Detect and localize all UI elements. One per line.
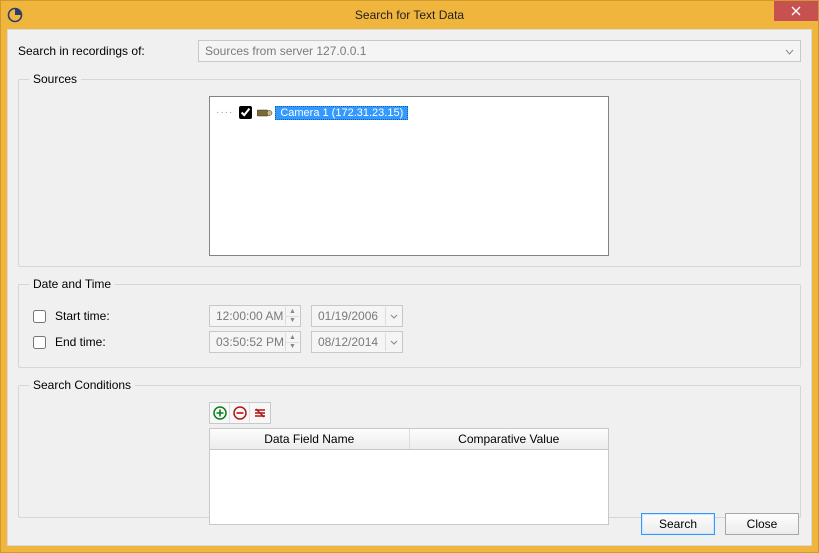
- search-in-selected: Sources from server 127.0.0.1: [205, 44, 366, 58]
- window-title: Search for Text Data: [1, 8, 818, 22]
- end-time-value: 03:50:52 PM: [216, 335, 284, 349]
- spinner-down-icon[interactable]: ▼: [285, 317, 299, 326]
- col-data-field-name[interactable]: Data Field Name: [210, 429, 410, 449]
- plus-icon: [213, 406, 227, 420]
- sources-legend: Sources: [29, 72, 81, 86]
- grid-header: Data Field Name Comparative Value: [210, 429, 608, 450]
- spinner-down-icon[interactable]: ▼: [285, 343, 299, 352]
- tree-item-checkbox[interactable]: [239, 106, 252, 119]
- spinner-up-icon[interactable]: ▲: [285, 307, 299, 317]
- close-button[interactable]: [774, 1, 818, 21]
- search-in-row: Search in recordings of: Sources from se…: [18, 40, 801, 62]
- tree-connector: ····: [216, 107, 233, 118]
- client-area: Search in recordings of: Sources from se…: [7, 29, 812, 546]
- tree-item-label: Camera 1 (172.31.23.15): [275, 106, 408, 120]
- chevron-down-icon[interactable]: [385, 307, 401, 325]
- datetime-fieldset: Date and Time Start time: 12:00:00 AM ▲ …: [18, 277, 801, 368]
- start-date-input[interactable]: 01/19/2006: [311, 305, 403, 327]
- conditions-toolbar: [209, 402, 271, 424]
- app-icon: [7, 7, 23, 23]
- sources-tree[interactable]: ···· Camera 1 (172.31.23.15): [209, 96, 609, 256]
- col-comparative-value[interactable]: Comparative Value: [410, 429, 609, 449]
- start-time-input[interactable]: 12:00:00 AM ▲ ▼: [209, 305, 301, 327]
- window-root: Search for Text Data Search in recording…: [0, 0, 819, 553]
- clear-icon: [253, 406, 267, 420]
- end-time-spinner[interactable]: ▲ ▼: [285, 333, 299, 351]
- start-time-value: 12:00:00 AM: [216, 309, 283, 323]
- chevron-down-icon[interactable]: [385, 333, 401, 351]
- add-condition-button[interactable]: [210, 403, 230, 423]
- close-dialog-button[interactable]: Close: [725, 513, 799, 535]
- end-time-label: End time:: [55, 335, 106, 349]
- conditions-fieldset: Search Conditions Data Field Name: [18, 378, 801, 518]
- start-time-checkbox[interactable]: [33, 310, 46, 323]
- chevron-down-icon: [785, 44, 794, 58]
- end-date-input[interactable]: 08/12/2014: [311, 331, 403, 353]
- start-time-spinner[interactable]: ▲ ▼: [285, 307, 299, 325]
- conditions-legend: Search Conditions: [29, 378, 135, 392]
- start-time-row: Start time: 12:00:00 AM ▲ ▼ 01/19/2006: [29, 305, 790, 327]
- remove-condition-button[interactable]: [230, 403, 250, 423]
- end-date-value: 08/12/2014: [318, 335, 378, 349]
- end-time-input[interactable]: 03:50:52 PM ▲ ▼: [209, 331, 301, 353]
- minus-icon: [233, 406, 247, 420]
- titlebar: Search for Text Data: [1, 1, 818, 29]
- datetime-legend: Date and Time: [29, 277, 115, 291]
- clear-conditions-button[interactable]: [250, 403, 270, 423]
- conditions-grid[interactable]: Data Field Name Comparative Value: [209, 428, 609, 525]
- grid-body: [210, 450, 608, 524]
- start-time-label: Start time:: [55, 309, 110, 323]
- spinner-up-icon[interactable]: ▲: [285, 333, 299, 343]
- start-date-value: 01/19/2006: [318, 309, 378, 323]
- tree-item[interactable]: ···· Camera 1 (172.31.23.15): [216, 103, 602, 122]
- search-in-label: Search in recordings of:: [18, 44, 198, 58]
- camera-icon: [257, 108, 273, 118]
- sources-fieldset: Sources ···· Camera 1 (172.31.23.15): [18, 72, 801, 267]
- search-in-combo[interactable]: Sources from server 127.0.0.1: [198, 40, 801, 62]
- end-time-row: End time: 03:50:52 PM ▲ ▼ 08/12/2014: [29, 331, 790, 353]
- search-button[interactable]: Search: [641, 513, 715, 535]
- dialog-footer: Search Close: [641, 513, 799, 535]
- end-time-checkbox[interactable]: [33, 336, 46, 349]
- close-icon: [791, 6, 801, 16]
